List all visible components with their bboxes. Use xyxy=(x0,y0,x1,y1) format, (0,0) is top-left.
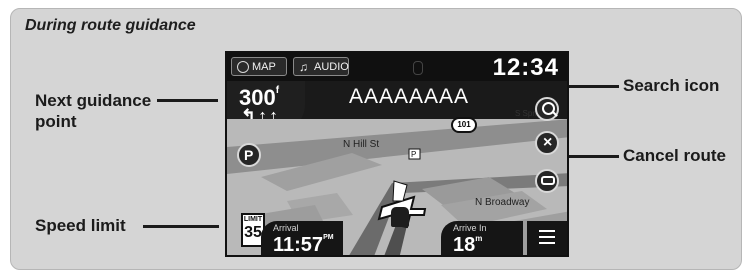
next-guidance-unit: f xyxy=(275,85,280,96)
callout-line-cancel-route xyxy=(563,155,619,158)
vehicle-icon xyxy=(391,207,409,227)
svg-text:P: P xyxy=(411,150,416,159)
callout-cancel-route: Cancel route xyxy=(623,146,726,165)
arrive-in-value: 18 xyxy=(453,234,476,256)
cancel-icon: × xyxy=(543,134,553,151)
speed-limit-label: LIMIT xyxy=(243,216,263,223)
speed-limit-value: 35 xyxy=(244,224,262,241)
arrive-in-label: Arrive In xyxy=(453,223,487,233)
navigation-screen: MAP ♫ AUDIO 12:34 300f ↰↑↑ AAAAAAAA P N … xyxy=(225,51,569,257)
map-label-n-broadway: N Broadway xyxy=(475,197,530,208)
search-icon-handle xyxy=(552,111,558,117)
callout-next-guidance: Next guidance point xyxy=(35,90,151,132)
arrive-in-panel[interactable]: Arrive In 18m xyxy=(441,221,523,255)
map-icon xyxy=(237,61,249,73)
parking-button[interactable]: P xyxy=(237,143,261,167)
menu-icon-line-3 xyxy=(539,242,555,244)
route-shield-101: 101 xyxy=(451,117,477,133)
callout-line-speed-limit xyxy=(143,225,219,228)
arrival-label: Arrival xyxy=(273,223,299,233)
figure-panel: During route guidance Next guidance poin… xyxy=(10,8,742,270)
menu-icon-line-2 xyxy=(539,236,555,238)
callout-line-next-guidance xyxy=(157,99,218,102)
callout-line-search-icon xyxy=(563,85,619,88)
cancel-route-button[interactable]: × xyxy=(535,131,559,155)
map-label-n-hill-st: N Hill St xyxy=(343,139,380,150)
menu-icon-line-1 xyxy=(539,230,555,232)
callout-next-guidance-line2: point xyxy=(35,112,77,131)
menu-button[interactable] xyxy=(527,221,567,255)
audio-icon: ♫ xyxy=(299,60,308,74)
arrive-in-unit: m xyxy=(475,234,483,243)
callout-next-guidance-line1: Next guidance xyxy=(35,91,152,110)
audio-button[interactable]: ♫ AUDIO xyxy=(293,57,349,76)
arrival-time-suffix: PM xyxy=(323,234,334,241)
caption-title: During route guidance xyxy=(25,17,196,34)
callout-search-icon: Search icon xyxy=(623,76,720,95)
arrival-time-value: 11:57 xyxy=(273,234,324,256)
traffic-button[interactable] xyxy=(535,169,559,193)
arrival-panel[interactable]: Arrival 11:57PM xyxy=(261,221,343,255)
parking-icon: P xyxy=(244,147,254,163)
search-button[interactable] xyxy=(535,97,559,121)
arrive-in-time: 18m xyxy=(453,234,483,256)
map-button-label: MAP xyxy=(252,61,276,73)
microphone-icon xyxy=(413,61,423,75)
callout-speed-limit: Speed limit xyxy=(35,216,126,235)
clock: 12:34 xyxy=(492,54,559,81)
street-name: AAAAAAAA xyxy=(349,85,470,108)
audio-button-label: AUDIO xyxy=(314,61,349,73)
arrival-time: 11:57PM xyxy=(273,234,334,256)
map-button[interactable]: MAP xyxy=(231,57,287,76)
traffic-icon xyxy=(541,176,555,185)
